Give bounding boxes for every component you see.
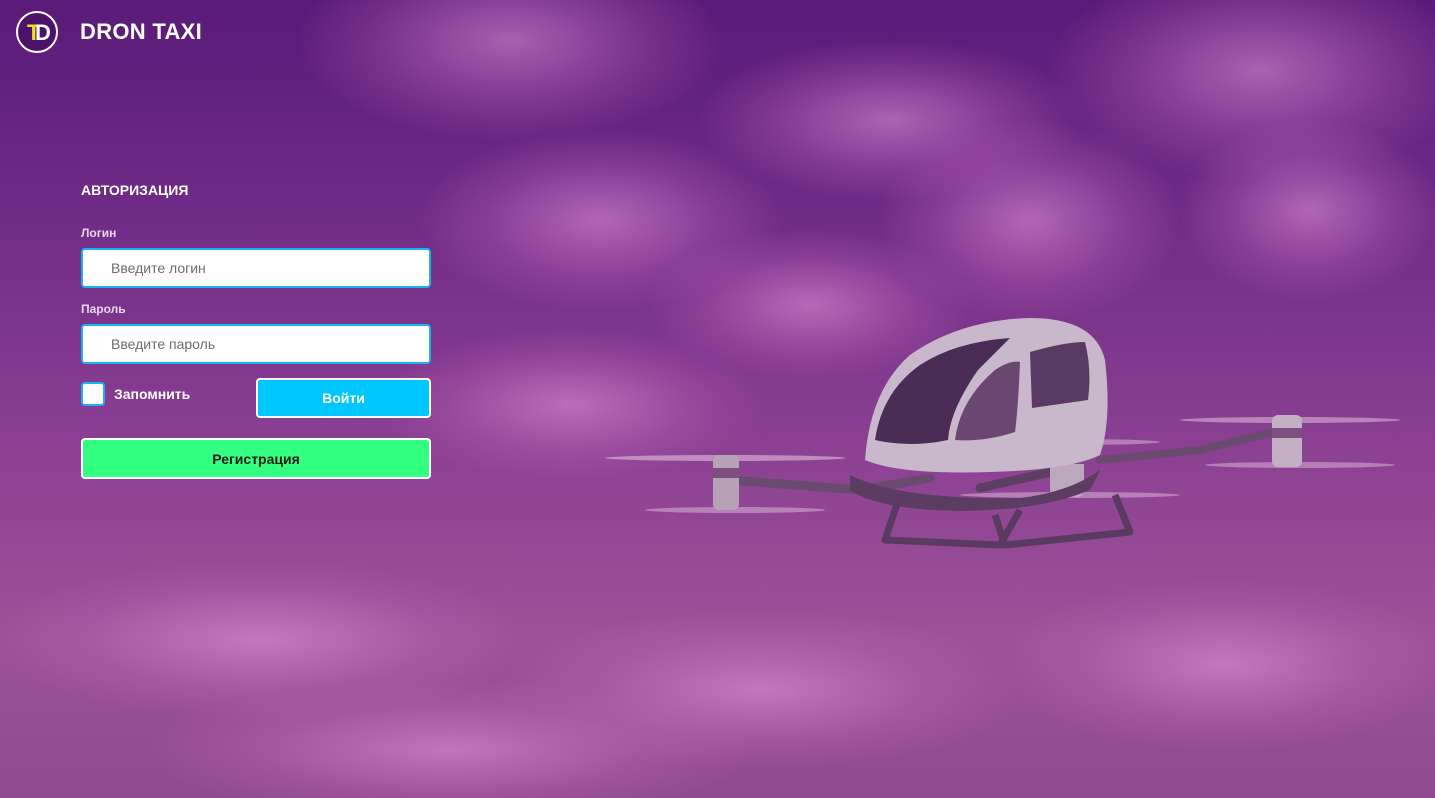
login-input[interactable] [83,250,429,286]
auth-form: АВТОРИЗАЦИЯ Логин Пароль Запомнить Войти… [81,180,431,479]
drone-illustration [605,318,1400,549]
register-button[interactable]: Регистрация [81,438,431,479]
form-title: АВТОРИЗАЦИЯ [81,182,189,198]
password-field-wrapper [81,324,431,364]
logo-letter-d: D [35,20,51,45]
remember-checkbox[interactable] [81,382,105,406]
login-label: Логин [81,226,117,240]
app-header: T D DRON TAXI [16,10,202,54]
login-button[interactable]: Войти [256,378,431,418]
password-label: Пароль [81,302,126,316]
brand-name: DRON TAXI [80,19,203,44]
login-field-wrapper [81,248,431,288]
remember-label: Запомнить [114,386,191,402]
logo-icon[interactable]: T D [16,11,58,53]
password-input[interactable] [83,326,429,362]
login-page: T D DRON TAXI АВТОРИЗАЦИЯ Логин Пароль З… [0,0,1435,798]
remember-login-row: Запомнить Войти [81,378,431,418]
